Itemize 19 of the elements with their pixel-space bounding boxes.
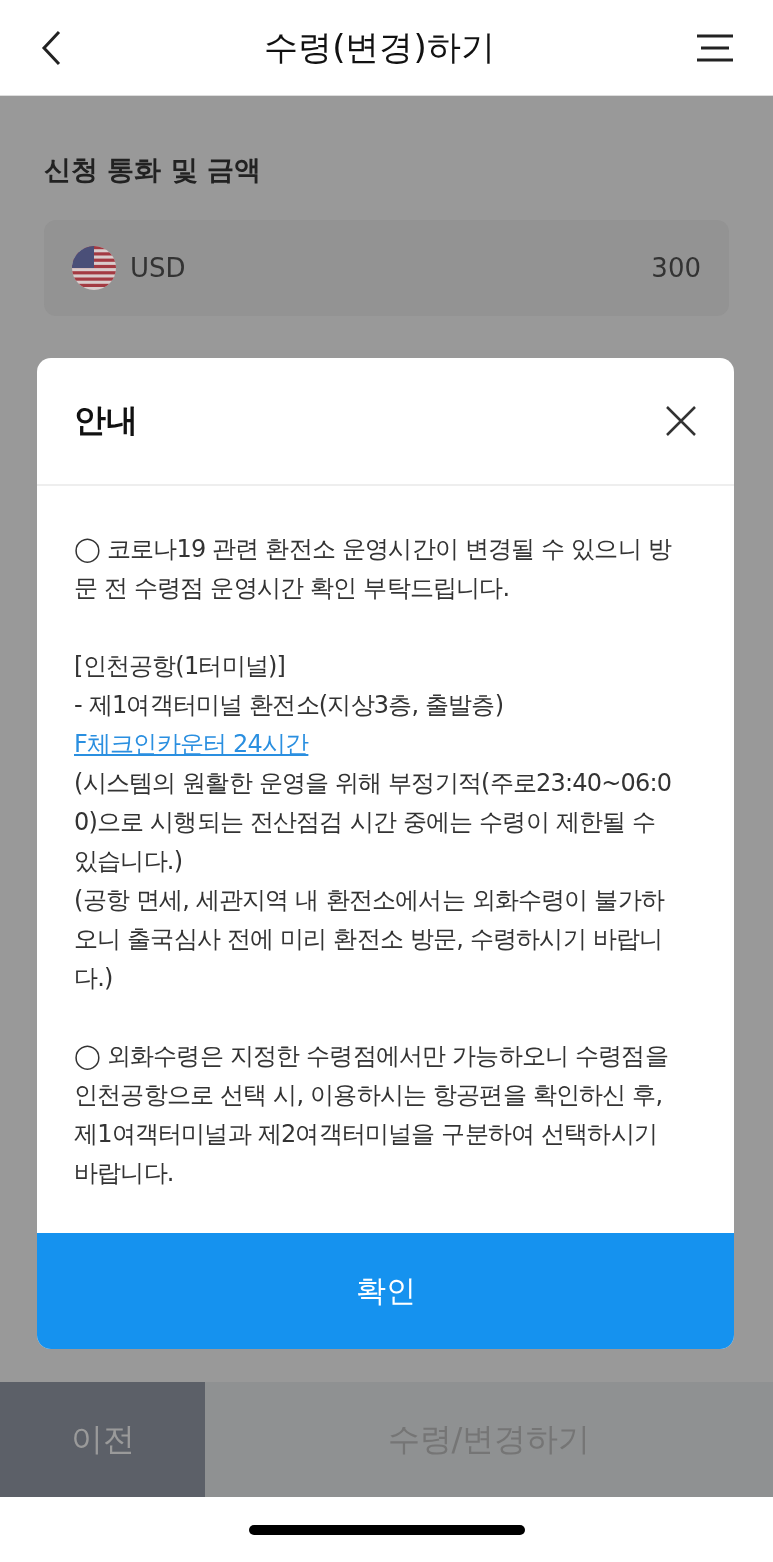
notice-text: - 제1여객터미널 환전소(지상3층, 출발층) F체크인카운터 24시간 (74, 690, 505, 760)
menu-icon[interactable] (697, 33, 733, 62)
counter-link[interactable]: F체크인카운터 24시간 (74, 730, 309, 758)
home-indicator[interactable] (248, 1524, 525, 1535)
notice-text: (공항 면세, 세관지역 내 환전소에서는 외화수령이 불가하오니 출국심사 전에 미리 환전소 방문, 수령하시기 바랍니다.) (74, 885, 666, 994)
confirm-button[interactable]: 확인 (37, 1233, 734, 1349)
page-title: 수령(변경)하기 (264, 25, 495, 69)
flag-icon (72, 246, 116, 290)
close-icon[interactable] (664, 404, 698, 438)
back-icon[interactable] (40, 29, 62, 66)
notice-text: [인천공항(1터미널)] (74, 651, 287, 682)
currency-code: USD (130, 253, 187, 283)
dialog-title: 안내 (74, 400, 138, 441)
section-title: 신청 통화 및 금액 (44, 153, 263, 187)
notice-text: ◯ 외화수령은 지정한 수령점에서만 가능하오니 수령점을 인천공항으로 선택 시, 이용하시는 항공편을 확인하신 후, 제1여객터미널과 제2여객터미널을 구분하여 선택하시기 바랍니다. (74, 1041, 669, 1189)
notice-text: ◯ 코로나19 관련 환전소 운영시간이 변경될 수 있으니 방문 전 수령점 운영시간 확인 부탁드립니다. (74, 534, 673, 604)
previous-button[interactable]: 이전 (0, 1382, 205, 1497)
notice-text: (시스템의 원활한 운영을 위해 부정기적(주로23:40~06:00)으로 시행되는 전산점검 시간 중에는 수령이 제한될 수 있습니다.) (74, 768, 673, 877)
amount-value: 300 (651, 253, 701, 283)
